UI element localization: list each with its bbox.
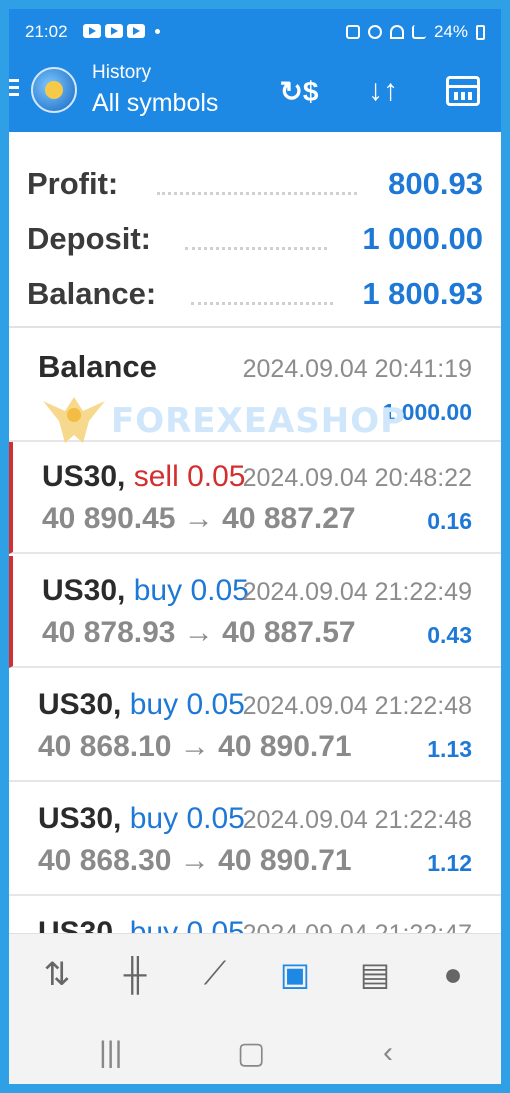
deal-profit: 1.13 [427,736,472,762]
summary-value: 1 000.00 [362,221,483,256]
leader-dots [185,247,327,250]
leader-dots [157,192,357,195]
deal-prices: 40 868.10 → 40 890.71 [38,730,352,763]
summary-value: 800.93 [388,166,483,201]
header-subtitle: History [92,62,152,83]
balance-entry[interactable]: Balance 2024.09.04 20:41:19 1 000.00 [9,329,501,442]
deal-type: buy 0.05 [133,574,249,607]
deal-title: US30, buy 0.05 [38,802,245,836]
lock-icon [345,25,360,39]
balance-entry-amount: 1 000.00 [382,399,472,425]
deal-prices: 40 868.30 → 40 890.71 [38,844,352,877]
summary-balance: Balance: 1 800.93 [27,276,483,316]
deal-time: 2024.09.04 21:22:48 [242,692,472,720]
summary-profit: Profit: 800.93 [27,166,483,206]
deal-row[interactable]: US30, sell 0.05 2024.09.04 20:48:22 40 8… [9,442,501,554]
deal-prices: 40 878.93 → 40 887.57 [42,616,356,649]
signal-icon [411,25,426,39]
calendar-icon[interactable] [441,71,485,111]
app-logo [31,67,77,113]
battery-icon [476,24,485,40]
deal-symbol: US30, [38,688,122,721]
leader-dots [191,302,333,305]
deal-profit: 1.12 [427,850,472,876]
quotes-icon[interactable]: ⇅ [33,950,81,998]
trade-icon[interactable]: ⟋ [191,950,239,998]
deal-symbol: US30, [38,802,122,835]
balance-entry-time: 2024.09.04 20:41:19 [242,355,472,383]
status-bar: 21:02 24% [25,22,485,44]
more-notifications-icon [155,29,160,34]
recent-apps-icon[interactable]: ||| [99,1036,122,1070]
deal-time: 2024.09.04 20:48:22 [242,464,472,492]
alarm-icon [367,25,382,39]
deal-type: buy 0.05 [129,802,245,835]
history-icon[interactable]: ▣ [271,950,319,998]
status-time: 21:02 [25,22,68,41]
deal-profit: 0.16 [427,508,472,534]
back-icon[interactable]: ‹ [383,1036,393,1070]
deal-symbol: US30, [42,574,126,607]
deal-title: US30, buy 0.05 [42,574,249,608]
summary-value: 1 800.93 [362,276,483,311]
home-icon[interactable]: ▢ [237,1036,265,1071]
battery-percent: 24% [433,22,468,41]
menu-icon[interactable] [9,79,21,100]
balance-entry-name: Balance [38,349,157,384]
deal-type: sell 0.05 [133,460,246,493]
deal-row[interactable]: US30, buy 0.05 2024.09.04 21:22:49 40 87… [9,556,501,668]
deal-profit: 0.43 [427,622,472,648]
bottom-navigation: ⇅ ╫ ⟋ ▣ ▤ ● [9,933,501,1019]
youtube-icon [83,24,101,38]
account-summary: Profit: 800.93 Deposit: 1 000.00 Balance… [9,132,501,326]
deal-prices: 40 890.45 → 40 887.27 [42,502,356,535]
sort-icon[interactable]: ↓↑ [361,71,405,111]
summary-label: Profit: [27,166,119,201]
deal-symbol: US30, [42,460,126,493]
wifi-icon [389,25,404,39]
messages-icon[interactable]: ● [429,950,477,998]
deal-title: US30, buy 0.05 [38,688,245,722]
app-header: 21:02 24% History All symbols ↻$ ↓↑ [9,9,501,132]
symbol-selector[interactable]: All symbols [92,89,218,118]
summary-deposit: Deposit: 1 000.00 [27,221,483,261]
divider [9,326,501,328]
system-status-icons: 24% [345,22,485,42]
youtube-icon [127,24,145,38]
summary-label: Balance: [27,276,157,311]
notification-icons [83,24,160,38]
summary-label: Deposit: [27,221,151,256]
deposit-withdraw-icon[interactable]: ↻$ [277,71,321,111]
deal-row[interactable]: US30, buy 0.05 2024.09.04 21:22:48 40 86… [9,670,501,782]
news-icon[interactable]: ▤ [351,950,399,998]
deal-title: US30, sell 0.05 [42,460,245,494]
youtube-icon [105,24,123,38]
deal-time: 2024.09.04 21:22:48 [242,806,472,834]
app-frame: 21:02 24% History All symbols ↻$ ↓↑ Prof… [9,9,501,1084]
deal-type: buy 0.05 [129,688,245,721]
system-navigation: ||| ▢ ‹ [9,1018,501,1084]
deal-time: 2024.09.04 21:22:49 [242,578,472,606]
deal-row[interactable]: US30, buy 0.05 2024.09.04 21:22:48 40 86… [9,784,501,896]
chart-icon[interactable]: ╫ [111,950,159,998]
